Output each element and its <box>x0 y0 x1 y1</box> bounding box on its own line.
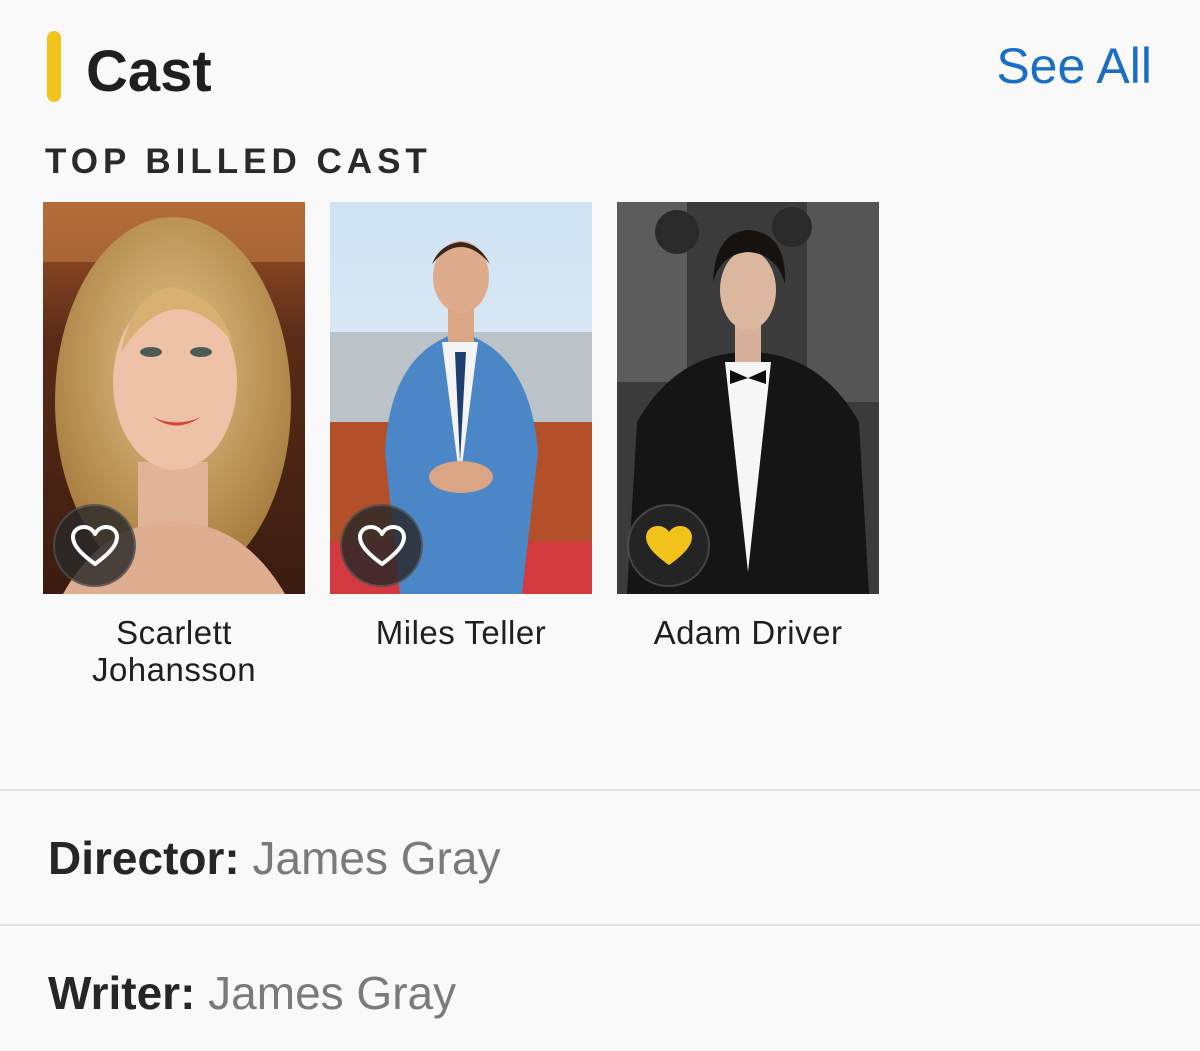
cast-card[interactable]: Adam Driver <box>617 202 879 651</box>
writer-row: Writer: James Gray <box>48 965 456 1021</box>
cast-name[interactable]: Scarlett Johansson <box>43 614 305 688</box>
director-label: Director: <box>48 832 240 884</box>
divider <box>0 789 1200 791</box>
heart-outline-icon <box>357 524 406 566</box>
favorite-button[interactable] <box>627 504 710 587</box>
writer-value: James Gray <box>208 967 457 1019</box>
cast-name-line: Johansson <box>91 651 257 688</box>
cast-name[interactable]: Adam Driver <box>617 614 879 651</box>
cast-name-line: Scarlett <box>116 614 232 651</box>
cast-photo[interactable] <box>330 202 592 594</box>
cast-card[interactable]: Miles Teller <box>330 202 592 651</box>
cast-name-line: Miles Teller <box>375 614 547 651</box>
cast-name[interactable]: Miles Teller <box>330 614 592 651</box>
cast-photo[interactable] <box>617 202 879 594</box>
favorite-button[interactable] <box>53 504 136 587</box>
section-title: Cast <box>86 39 212 104</box>
top-billed-heading: TOP BILLED CAST <box>45 142 432 181</box>
director-row: Director: James Gray <box>48 830 500 886</box>
heart-outline-icon <box>70 524 119 566</box>
see-all-link[interactable]: See All <box>996 36 1152 96</box>
cast-card[interactable]: Scarlett Johansson <box>43 202 305 688</box>
section-accent-bar <box>47 31 61 102</box>
writer-label: Writer: <box>48 967 196 1019</box>
cast-photo[interactable] <box>43 202 305 594</box>
cast-name-line: Adam Driver <box>653 614 843 651</box>
divider <box>0 924 1200 926</box>
director-value: James Gray <box>252 832 501 884</box>
favorite-button[interactable] <box>340 504 423 587</box>
heart-filled-icon <box>645 525 692 565</box>
cast-section: Cast See All TOP BILLED CAST Scarlett Jo… <box>0 0 1200 1051</box>
